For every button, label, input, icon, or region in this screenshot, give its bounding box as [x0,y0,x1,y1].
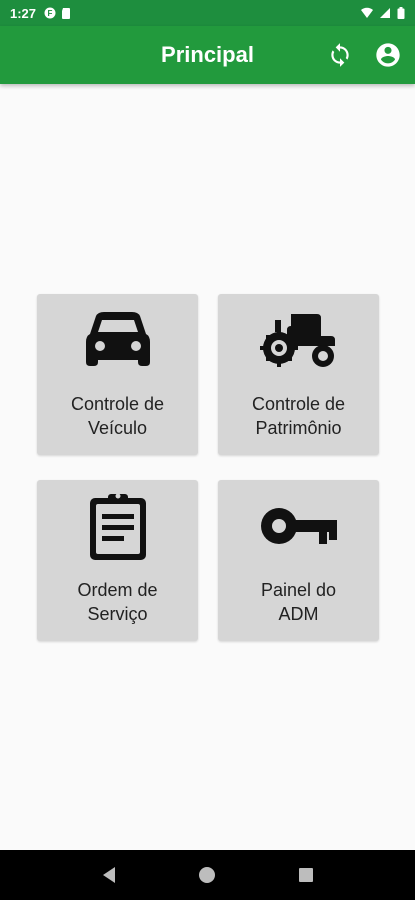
account-button[interactable] [373,40,403,70]
tile-painel-adm[interactable]: Painel do ADM [218,480,379,641]
tile-label: Controle de Patrimônio [229,392,369,440]
tile-label-line1: Controle de [251,394,346,414]
recents-button[interactable] [286,855,326,895]
signal-icon [380,8,390,18]
status-left-icons: F [44,7,72,19]
tractor-icon [259,314,335,367]
battery-icon [397,7,405,19]
car-icon [85,312,150,366]
status-bar: 1:27 F [0,0,415,26]
tile-label: Ordem de Serviço [48,578,188,626]
status-time: 1:27 [10,5,37,21]
app-bar: Principal [0,26,415,84]
tile-ordem-servico[interactable]: Ordem de Serviço [37,480,198,641]
tile-icon-wrap [257,308,341,372]
sync-button[interactable] [325,40,355,70]
notification-f-icon: F [44,7,56,19]
wifi-icon [361,7,373,18]
tile-label-line2: Serviço [87,604,148,624]
clipboard-icon [89,493,146,560]
status-right-icons [361,7,405,19]
tile-label-line1: Painel do [260,580,337,600]
app-bar-actions [325,26,403,84]
back-icon [103,867,116,883]
recents-icon [298,868,313,882]
tile-controle-patrimonio[interactable]: Controle de Patrimônio [218,294,379,455]
tile-label-line1: Controle de [70,394,165,414]
tile-label-line2: Veículo [87,418,148,438]
menu-grid: Controle de Veículo Controle de Patrimôn… [37,294,379,641]
sd-card-icon [62,8,71,19]
tile-label: Controle de Veículo [48,392,188,440]
home-button[interactable] [187,855,227,895]
tile-icon-wrap [259,494,339,558]
tile-icon-wrap [84,308,152,372]
tile-controle-veiculo[interactable]: Controle de Veículo [37,294,198,455]
home-icon [199,867,216,883]
svg-text:F: F [48,9,53,18]
tile-icon-wrap [86,493,150,560]
tile-label-line2: ADM [278,604,319,624]
sync-icon [331,43,349,67]
system-nav-bar [0,850,415,900]
tile-label-line2: Patrimônio [255,418,342,438]
back-button[interactable] [89,855,129,895]
account-circle-icon [376,43,400,67]
key-icon [260,508,337,544]
tile-label: Painel do ADM [229,578,369,626]
tile-label-line1: Ordem de [77,580,158,600]
